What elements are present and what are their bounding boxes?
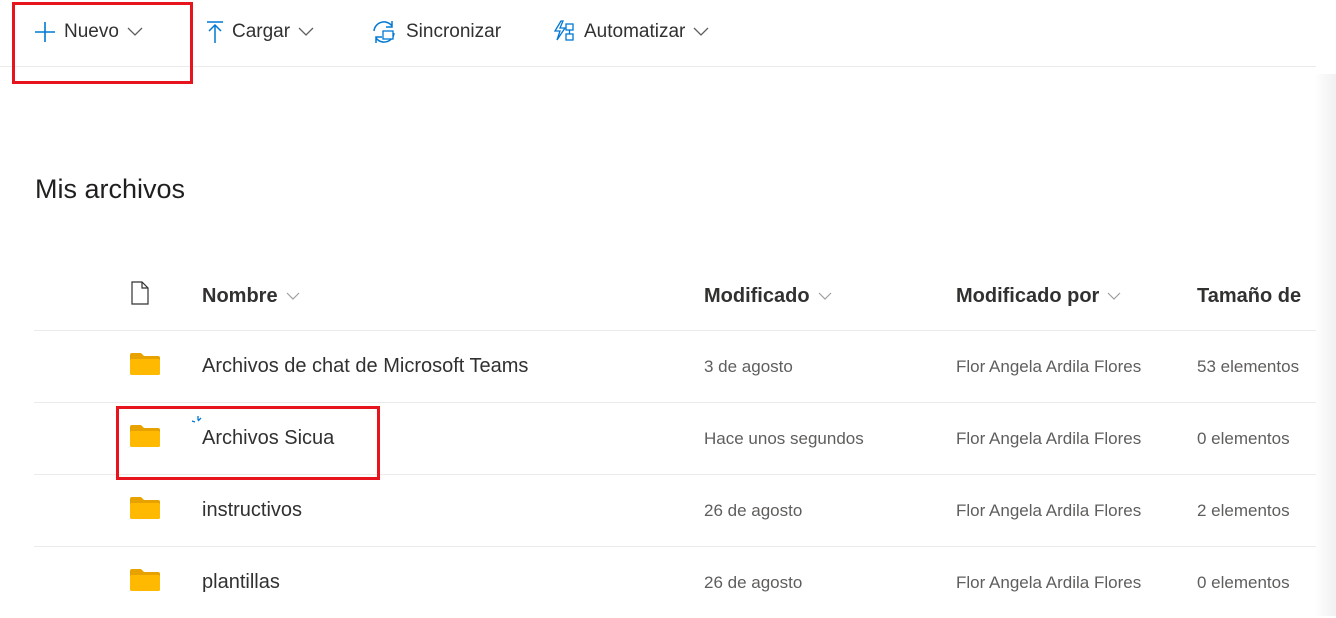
chevron-down-icon — [127, 27, 143, 37]
column-header-name[interactable]: Nombre — [202, 262, 682, 330]
modified-date: 3 de agosto — [704, 356, 793, 376]
item-count: 0 elementos — [1197, 428, 1290, 448]
table-row[interactable]: instructivos 26 de agosto Flor Angela Ar… — [34, 475, 1316, 547]
item-count: 53 elementos — [1197, 356, 1300, 376]
new-button[interactable]: Nuevo — [34, 16, 143, 48]
modified-by: Flor Angela Ardila Flores — [956, 500, 1142, 520]
table-row[interactable]: Archivos de chat de Microsoft Teams 3 de… — [34, 331, 1316, 403]
file-list: Nombre Modificado Modificado por Tamaño … — [34, 262, 1316, 618]
flow-icon — [552, 20, 576, 44]
item-count: 0 elementos — [1197, 572, 1290, 592]
modified-by: Flor Angela Ardila Flores — [956, 356, 1142, 376]
upload-button[interactable]: Cargar — [206, 16, 314, 48]
upload-arrow-icon — [206, 20, 224, 44]
folder-icon — [130, 353, 160, 380]
side-panel-shadow — [1314, 74, 1336, 616]
upload-button-label: Cargar — [232, 21, 291, 42]
column-header-size-label: Tamaño de — [1197, 284, 1302, 307]
modified-date: 26 de agosto — [704, 572, 803, 592]
folder-icon — [130, 569, 160, 596]
item-count: 2 elementos — [1197, 500, 1290, 520]
automate-button-label: Automatizar — [584, 21, 686, 42]
new-button-label: Nuevo — [64, 21, 119, 42]
page-title: Mis archivos — [35, 174, 186, 204]
chevron-down-icon — [298, 27, 314, 37]
modified-by: Flor Angela Ardila Flores — [956, 572, 1142, 592]
folder-icon — [130, 425, 160, 452]
chevron-down-icon — [818, 292, 832, 301]
file-list-header: Nombre Modificado Modificado por Tamaño … — [34, 262, 1316, 331]
sync-icon — [370, 19, 398, 45]
modified-date: 26 de agosto — [704, 500, 803, 520]
folder-name-link[interactable]: instructivos — [202, 475, 682, 546]
folder-icon — [130, 497, 160, 524]
command-bar: Nuevo Cargar Sincronizar Automatizar — [0, 0, 1316, 67]
sync-button-label: Sincronizar — [406, 21, 502, 42]
chevron-down-icon — [286, 292, 300, 301]
file-type-column-header[interactable] — [130, 262, 170, 330]
column-header-modified-by-label: Modificado por — [956, 284, 1100, 307]
chevron-down-icon — [693, 27, 709, 37]
folder-name-link[interactable]: Archivos de chat de Microsoft Teams — [202, 331, 682, 402]
table-row[interactable]: Archivos Sicua Hace unos segundos Flor A… — [34, 403, 1316, 475]
column-header-modified-label: Modificado — [704, 284, 810, 307]
column-header-modified[interactable]: Modificado — [704, 262, 934, 330]
automate-button[interactable]: Automatizar — [552, 16, 709, 48]
folder-name-link[interactable]: Archivos Sicua — [202, 403, 682, 474]
column-header-name-label: Nombre — [202, 284, 278, 307]
chevron-down-icon — [1107, 292, 1121, 301]
table-row[interactable]: plantillas 26 de agosto Flor Angela Ardi… — [34, 547, 1316, 618]
column-header-size[interactable]: Tamaño de — [1197, 262, 1316, 330]
document-icon — [130, 281, 150, 311]
sync-button[interactable]: Sincronizar — [370, 16, 501, 48]
modified-date: Hace unos segundos — [704, 428, 864, 448]
folder-name-link[interactable]: plantillas — [202, 547, 682, 618]
modified-by: Flor Angela Ardila Flores — [956, 428, 1142, 448]
plus-icon — [34, 21, 56, 43]
column-header-modified-by[interactable]: Modificado por — [956, 262, 1196, 330]
